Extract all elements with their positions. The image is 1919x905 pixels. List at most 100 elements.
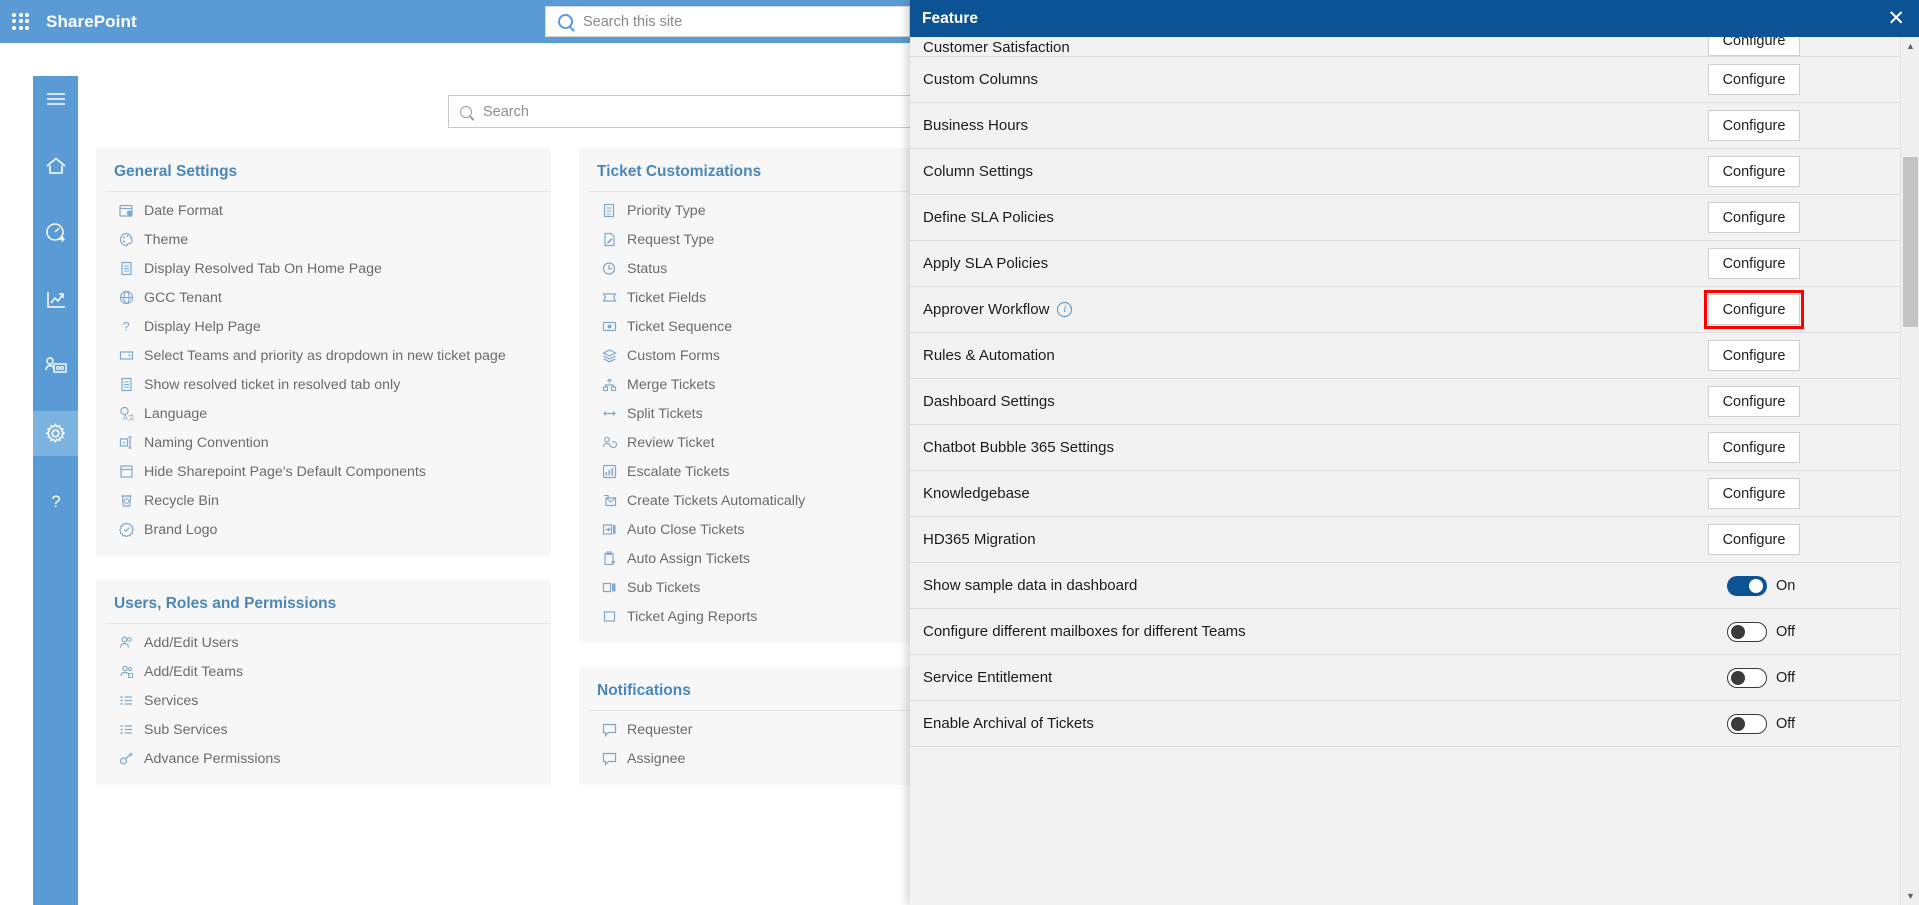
setting-services[interactable]: Services: [96, 686, 551, 715]
sidebar-item-home[interactable]: [33, 143, 78, 188]
sidebar-item-hamburger-menu[interactable]: [33, 76, 78, 121]
svg-text:?: ?: [122, 319, 129, 334]
toggle-knob: [1731, 716, 1745, 731]
setting-recycle-bin[interactable]: Recycle Bin: [96, 486, 551, 515]
document-icon: [118, 376, 135, 393]
feature-row-approver-workflow: Approver Workflow i Configure: [910, 287, 1900, 333]
setting-display-help-page[interactable]: ? Display Help Page: [96, 312, 551, 341]
close-icon[interactable]: ✕: [1887, 8, 1905, 29]
toggle-switch[interactable]: [1727, 621, 1767, 642]
configure-button[interactable]: Configure: [1708, 478, 1800, 509]
setting-gcc-tenant[interactable]: GCC Tenant: [96, 283, 551, 312]
toggle-wrap: Off: [1727, 713, 1800, 734]
feature-row: Dashboard Settings Configure: [910, 379, 1900, 425]
sidebar-item-teams[interactable]: [33, 344, 78, 389]
feature-panel-body: Customer Satisfaction Configure Custom C…: [910, 37, 1900, 905]
sequence-icon: [601, 318, 618, 335]
setting-add-edit-users[interactable]: Add/Edit Users: [96, 628, 551, 657]
feature-row: Rules & Automation Configure: [910, 333, 1900, 379]
card-title: General Settings: [105, 148, 551, 192]
setting-language[interactable]: A文 Language: [96, 399, 551, 428]
configure-button[interactable]: Configure: [1708, 340, 1800, 371]
feature-row: Business Hours Configure: [910, 103, 1900, 149]
sidebar-item-settings[interactable]: [33, 411, 78, 456]
configure-button[interactable]: Configure: [1708, 524, 1800, 555]
app-launcher-waffle-icon[interactable]: [10, 11, 32, 33]
configure-button[interactable]: Configure: [1708, 37, 1800, 56]
setting-label: Advance Permissions: [144, 750, 281, 767]
setting-theme[interactable]: Theme: [96, 225, 551, 254]
setting-advance-permissions[interactable]: Advance Permissions: [96, 744, 551, 773]
setting-label: Custom Forms: [627, 347, 721, 364]
toggle-knob: [1731, 670, 1745, 685]
feature-label: Apply SLA Policies: [923, 255, 1049, 272]
configure-button[interactable]: Configure: [1708, 156, 1800, 187]
setting-hide-sharepoint-components[interactable]: Hide Sharepoint Page's Default Component…: [96, 457, 551, 486]
svg-text:文: 文: [128, 413, 134, 421]
dropdown-icon: [118, 347, 135, 364]
sidebar-item-dashboard[interactable]: [33, 210, 78, 255]
search-icon: [460, 105, 472, 118]
setting-label: Sub Services: [144, 721, 228, 738]
setting-label: Sub Tickets: [627, 579, 701, 596]
setting-select-teams-priority-dropdown[interactable]: Select Teams and priority as dropdown in…: [96, 341, 551, 370]
setting-label: Show resolved ticket in resolved tab onl…: [144, 376, 401, 393]
site-search-input[interactable]: Search this site: [545, 6, 910, 37]
setting-show-resolved-ticket[interactable]: Show resolved ticket in resolved tab onl…: [96, 370, 551, 399]
sharepoint-brand[interactable]: SharePoint: [46, 12, 137, 32]
feature-label: Configure different mailboxes for differ…: [923, 623, 1246, 640]
setting-label: Display Resolved Tab On Home Page: [144, 260, 382, 277]
toggle-switch[interactable]: [1727, 575, 1767, 596]
setting-label: Merge Tickets: [627, 376, 716, 393]
info-icon[interactable]: i: [1057, 302, 1073, 317]
feature-panel: Feature ✕ Customer Satisfaction Configur…: [910, 0, 1919, 905]
toggle-knob: [1731, 624, 1745, 639]
key-icon: [118, 750, 135, 767]
configure-button-highlighted[interactable]: Configure: [1704, 290, 1804, 329]
configure-button[interactable]: Configure: [1708, 110, 1800, 141]
feature-label: HD365 Migration: [923, 531, 1036, 548]
setting-label: Naming Convention: [144, 434, 269, 451]
home-icon: [45, 156, 66, 174]
configure-button[interactable]: Configure: [1708, 248, 1800, 279]
scroll-up-arrow-icon[interactable]: ▲: [1901, 37, 1919, 55]
setting-label: Brand Logo: [144, 521, 218, 538]
feature-row: Configure different mailboxes for differ…: [910, 609, 1900, 655]
merge-icon: [601, 376, 618, 393]
setting-naming-convention[interactable]: Naming Convention: [96, 428, 551, 457]
settings-column-left: General Settings Date Format Theme Displ…: [96, 148, 551, 809]
feature-panel-title: Feature: [922, 9, 978, 27]
setting-display-resolved-tab[interactable]: Display Resolved Tab On Home Page: [96, 254, 551, 283]
configure-button[interactable]: Configure: [1708, 64, 1800, 95]
sidebar-item-reports[interactable]: [33, 277, 78, 322]
setting-label: Ticket Aging Reports: [627, 608, 758, 625]
configure-button[interactable]: Configure: [1708, 386, 1800, 417]
feature-label: Rules & Automation: [923, 347, 1055, 364]
setting-label: Hide Sharepoint Page's Default Component…: [144, 463, 426, 480]
list-icon: [118, 692, 135, 709]
scroll-down-arrow-icon[interactable]: ▼: [1901, 887, 1919, 905]
setting-add-edit-teams[interactable]: Add/Edit Teams: [96, 657, 551, 686]
setting-sub-services[interactable]: Sub Services: [96, 715, 551, 744]
ticket-icon: [601, 289, 618, 306]
feature-row: Customer Satisfaction Configure: [910, 37, 1900, 57]
feature-row: Define SLA Policies Configure: [910, 195, 1900, 241]
settings-search-placeholder: Search: [483, 103, 529, 120]
toggle-switch[interactable]: [1727, 667, 1767, 688]
setting-label: Theme: [144, 231, 189, 248]
setting-brand-logo[interactable]: Brand Logo: [96, 515, 551, 544]
sidebar-item-help[interactable]: ?: [33, 478, 78, 523]
page-icon: [118, 463, 135, 480]
toggle-switch[interactable]: [1727, 713, 1767, 734]
question-icon: ?: [118, 318, 135, 335]
setting-date-format[interactable]: Date Format: [96, 196, 551, 225]
request-icon: [601, 231, 618, 248]
feature-row: Custom Columns Configure: [910, 57, 1900, 103]
card-users-roles-permissions: Users, Roles and Permissions Add/Edit Us…: [96, 580, 551, 785]
palette-icon: [118, 231, 135, 248]
feature-panel-scrollbar[interactable]: ▲ ▼: [1900, 37, 1919, 905]
document-icon: [118, 260, 135, 277]
configure-button[interactable]: Configure: [1708, 432, 1800, 463]
scrollbar-thumb[interactable]: [1903, 157, 1918, 327]
configure-button[interactable]: Configure: [1708, 202, 1800, 233]
